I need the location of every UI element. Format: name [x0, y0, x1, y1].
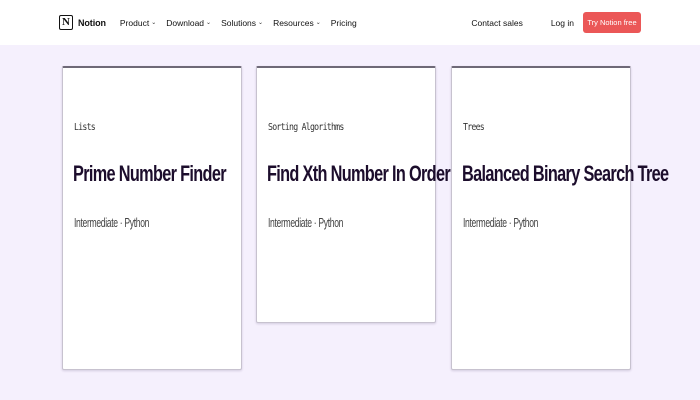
card-meta: Intermediate · Python [74, 215, 150, 230]
nav-download[interactable]: Download ⌄ [166, 18, 211, 28]
brand-name: Notion [78, 17, 106, 28]
nav-solutions-label: Solutions [221, 17, 257, 28]
notion-logo[interactable]: N Notion [59, 15, 106, 30]
chevron-down-icon: ⌄ [315, 20, 321, 26]
project-card-prime-number-finder[interactable]: Lists Prime Number Finder Intermediate ·… [62, 66, 242, 370]
card-title: Find Xth Number In Order [267, 161, 451, 186]
nav-download-label: Download [166, 17, 205, 28]
nav-pricing[interactable]: Pricing [331, 18, 357, 28]
nav-pricing-label: Pricing [330, 17, 357, 28]
card-title: Balanced Binary Search Tree [462, 161, 669, 186]
project-card-find-xth-number[interactable]: Sorting Algorithms Find Xth Number In Or… [256, 66, 451, 323]
chevron-down-icon: ⌄ [206, 20, 212, 26]
contact-sales-link[interactable]: Contact sales [471, 18, 523, 28]
nav-product[interactable]: Product ⌄ [120, 18, 156, 28]
card-meta: Intermediate · Python [268, 215, 344, 230]
card-category: Lists [74, 122, 96, 133]
nav-resources[interactable]: Resources ⌄ [273, 18, 321, 28]
card-category: Sorting Algorithms [268, 122, 344, 133]
try-notion-free-button[interactable]: Try Notion free [583, 12, 641, 33]
chevron-down-icon: ⌄ [258, 20, 264, 26]
card-meta: Intermediate · Python [463, 215, 539, 230]
chevron-down-icon: ⌄ [151, 20, 157, 26]
notion-logo-icon: N [59, 15, 73, 30]
nav-product-label: Product [119, 17, 150, 28]
project-card-balanced-bst[interactable]: Trees Balanced Binary Search Tree Interm… [451, 66, 669, 370]
nav-resources-label: Resources [273, 17, 314, 28]
main-menu: Product ⌄ Download ⌄ Solutions ⌄ Resourc… [120, 18, 357, 28]
nav-actions: Contact sales Log in Try Notion free [471, 12, 641, 33]
login-link[interactable]: Log in [551, 18, 574, 28]
top-navbar: N Notion Product ⌄ Download ⌄ Solutions … [0, 0, 700, 45]
card-title: Prime Number Finder [73, 161, 227, 186]
nav-solutions[interactable]: Solutions ⌄ [221, 18, 263, 28]
card-category: Trees [463, 122, 485, 133]
